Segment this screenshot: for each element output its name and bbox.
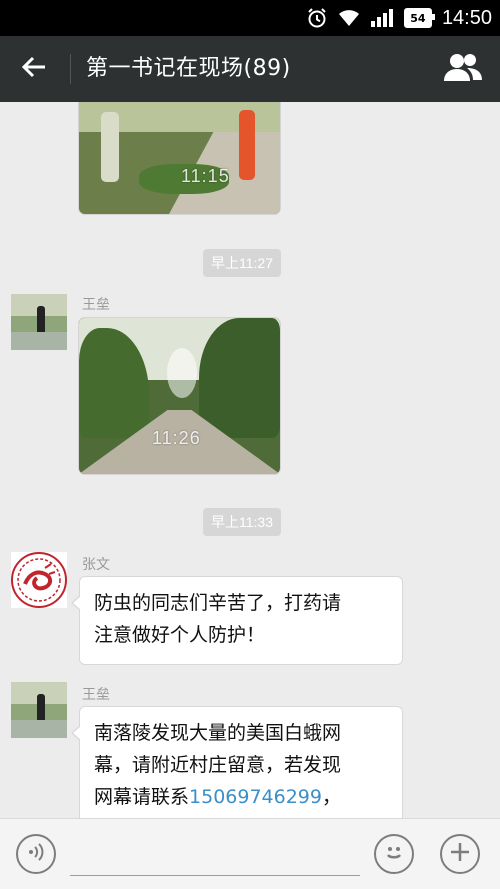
message-input[interactable] <box>70 833 360 876</box>
message-line: 幕，请附近村庄留意，若发现 <box>94 754 342 776</box>
group-members-icon <box>443 52 483 86</box>
back-button[interactable] <box>12 49 56 89</box>
message-bubble[interactable]: 南落陵发现大量的美国白蛾网 幕，请附近村庄留意，若发现 网幕请联系1506974… <box>71 706 403 818</box>
image-message[interactable]: 11:26 <box>79 318 280 474</box>
sender-name: 张文 <box>82 557 110 573</box>
time-divider: 早上11:27 <box>203 249 281 277</box>
message-text: ， <box>322 786 342 808</box>
title-divider <box>70 54 71 84</box>
page-title: 第一书记在现场(89) <box>86 56 291 81</box>
avatar[interactable] <box>11 682 67 738</box>
wifi-icon <box>338 9 360 27</box>
avatar[interactable] <box>11 552 67 608</box>
avatar-photo-road <box>11 720 67 738</box>
arrow-left-icon <box>21 55 47 83</box>
status-bar: 54 14:50 <box>0 0 500 36</box>
chat-area[interactable]: 11:15 早上11:27 王垒 11:26 早上11:33 张文 防虫的同志们… <box>0 102 500 818</box>
avatar[interactable] <box>11 294 67 350</box>
battery-level: 54 <box>410 11 426 25</box>
plus-icon <box>449 841 471 867</box>
group-members-button[interactable] <box>440 48 486 90</box>
phone-number-link[interactable]: 15069746299 <box>189 786 322 808</box>
message-line: 南落陵发现大量的美国白蛾网 <box>94 722 342 744</box>
message-text: 网幕请联系 <box>94 786 190 808</box>
voice-input-button[interactable] <box>16 834 56 874</box>
avatar-photo-road <box>11 332 67 350</box>
title-bar: 第一书记在现场(89) <box>0 36 500 102</box>
message-bubble[interactable]: 防虫的同志们辛苦了，打药请 注意做好个人防护！ <box>71 576 403 665</box>
voice-input-icon <box>26 842 46 866</box>
time-divider: 早上11:33 <box>203 508 281 536</box>
signal-icon <box>370 9 394 27</box>
status-time: 14:50 <box>441 6 492 29</box>
input-bar <box>0 818 500 889</box>
photo-person <box>239 110 255 180</box>
message-line: 网幕请联系15069746299， <box>94 781 388 813</box>
sender-name: 王垒 <box>82 297 110 313</box>
battery-icon: 54 <box>403 8 435 28</box>
photo-spray <box>167 348 197 398</box>
dragon-logo-icon <box>11 552 67 608</box>
emoji-button[interactable] <box>374 834 414 874</box>
message-line: 注意做好个人防护！ <box>94 624 266 646</box>
photo-timestamp: 11:26 <box>152 428 201 448</box>
photo-timestamp: 11:15 <box>181 166 230 186</box>
sender-name: 王垒 <box>82 687 110 703</box>
more-button[interactable] <box>440 834 480 874</box>
alarm-icon <box>306 7 328 29</box>
photo-person <box>101 112 119 182</box>
photo-trees-right <box>199 318 280 438</box>
emoji-icon <box>381 839 407 869</box>
message-line: 防虫的同志们辛苦了，打药请 <box>94 592 342 614</box>
image-message[interactable]: 11:15 <box>79 102 280 214</box>
